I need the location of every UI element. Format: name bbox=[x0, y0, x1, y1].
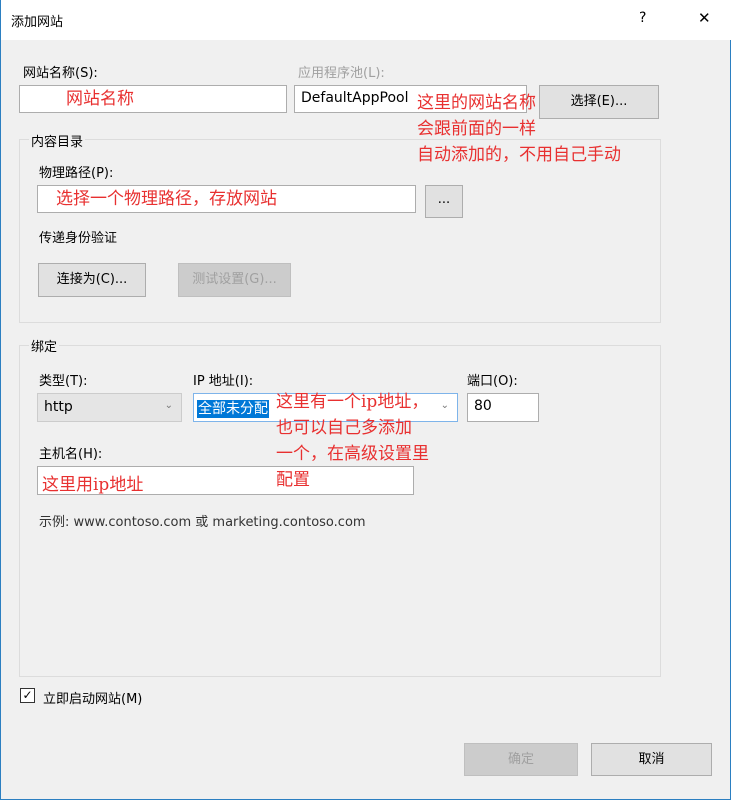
ok-button[interactable]: 确定 bbox=[464, 743, 578, 776]
annotation-line: 会跟前面的一样 bbox=[417, 119, 536, 139]
close-icon[interactable]: ✕ bbox=[698, 9, 711, 27]
binding-title: 绑定 bbox=[29, 336, 60, 355]
site-name-value: 网站名称 bbox=[66, 89, 134, 109]
physical-path-input[interactable]: 选择一个物理路径，存放网站 bbox=[37, 185, 416, 213]
browse-button[interactable]: ... bbox=[425, 185, 463, 218]
host-name-value: 这里用ip地址 bbox=[42, 475, 144, 495]
test-settings-button[interactable]: 测试设置(G)... bbox=[178, 263, 291, 297]
annotation-ip: 这里有一个ip地址， 也可以自己多添加 一个，在高级设置里 配置 bbox=[276, 389, 429, 493]
annotation-line: 这里有一个ip地址， bbox=[276, 392, 429, 412]
app-pool-value: DefaultAppPool bbox=[301, 90, 409, 106]
physical-path-label: 物理路径(P): bbox=[39, 166, 114, 181]
cancel-button[interactable]: 取消 bbox=[591, 743, 712, 776]
host-name-label: 主机名(H): bbox=[39, 447, 103, 462]
ip-address-value: 全部未分配 bbox=[197, 400, 269, 418]
app-pool-label: 应用程序池(L): bbox=[298, 66, 385, 81]
type-value: http bbox=[44, 399, 73, 415]
type-label: 类型(T): bbox=[39, 374, 88, 389]
ip-address-label: IP 地址(I): bbox=[193, 374, 254, 389]
host-name-example: 示例: www.contoso.com 或 marketing.contoso.… bbox=[39, 515, 366, 530]
chevron-down-icon: ⌄ bbox=[440, 400, 449, 411]
annotation-app-pool: 这里的网站名称 会跟前面的一样 自动添加的，不用自己手动 bbox=[417, 90, 621, 168]
start-now-checkbox[interactable]: ✓ bbox=[20, 688, 35, 703]
annotation-line: 配置 bbox=[276, 470, 310, 490]
annotation-line: 也可以自己多添加 bbox=[276, 418, 412, 438]
annotation-line: 一个，在高级设置里 bbox=[276, 444, 429, 464]
connect-as-button[interactable]: 连接为(C)... bbox=[38, 263, 146, 297]
content-directory-title: 内容目录 bbox=[29, 131, 86, 150]
port-label: 端口(O): bbox=[467, 374, 518, 389]
annotation-line: 这里的网站名称 bbox=[417, 93, 536, 113]
port-input[interactable]: 80 bbox=[467, 393, 539, 422]
title-bar: 添加网站 ? ✕ bbox=[1, 0, 731, 40]
help-button[interactable]: ? bbox=[639, 10, 646, 26]
start-now-label[interactable]: 立即启动网站(M) bbox=[43, 688, 142, 707]
site-name-label: 网站名称(S): bbox=[23, 66, 98, 81]
site-name-input[interactable]: 网站名称 bbox=[19, 85, 287, 113]
pass-through-auth-label: 传递身份验证 bbox=[39, 231, 118, 246]
annotation-line: 自动添加的，不用自己手动 bbox=[417, 145, 621, 165]
window-title: 添加网站 bbox=[11, 15, 64, 30]
chevron-down-icon: ⌄ bbox=[164, 400, 173, 411]
physical-path-value: 选择一个物理路径，存放网站 bbox=[56, 189, 277, 209]
type-select[interactable]: http ⌄ bbox=[37, 393, 182, 422]
